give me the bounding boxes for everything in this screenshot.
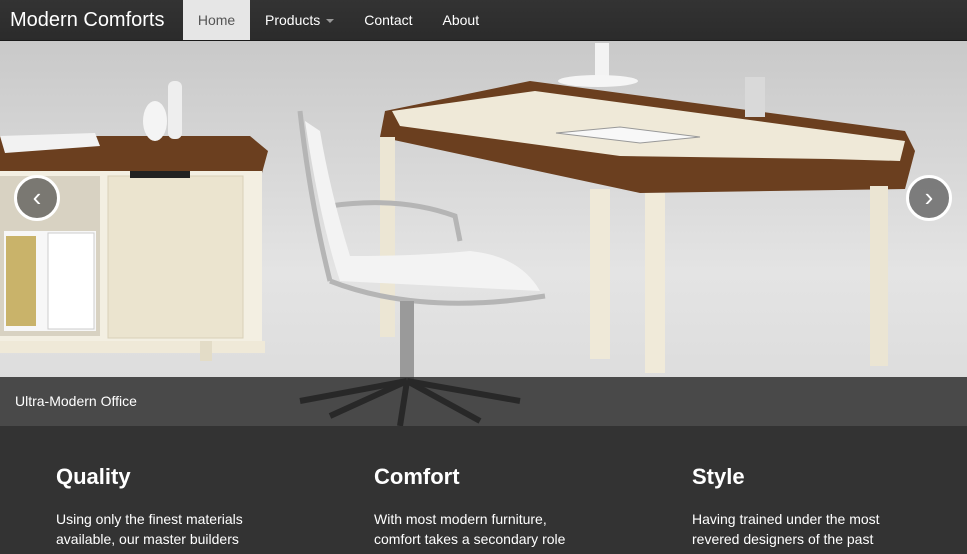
feature-style: Style Having trained under the most reve…	[692, 463, 892, 549]
carousel-slide-image	[0, 41, 967, 426]
chevron-right-icon: ›	[924, 182, 934, 212]
feature-text: Using only the finest materials availabl…	[56, 511, 243, 547]
carousel-prev-button[interactable]: ‹	[14, 175, 60, 221]
nav-about[interactable]: About	[428, 0, 495, 40]
nav-home[interactable]: Home	[183, 0, 250, 40]
nav-about-label: About	[442, 11, 480, 28]
carousel-caption: Ultra-Modern Office	[0, 377, 967, 426]
nav-products[interactable]: Products	[250, 0, 349, 40]
nav-home-label: Home	[197, 11, 236, 28]
feature-text: With most modern furniture, comfort take…	[374, 511, 566, 547]
feature-title: Quality	[56, 464, 131, 489]
feature-quality: Quality Using only the finest materials …	[56, 463, 256, 549]
nav-contact[interactable]: Contact	[349, 0, 427, 40]
nav-products-label: Products	[265, 11, 321, 28]
feature-title: Style	[692, 464, 745, 489]
brand-logo[interactable]: Modern Comforts	[0, 0, 183, 40]
nav-contact-label: Contact	[364, 11, 413, 28]
feature-comfort: Comfort With most modern furniture, comf…	[374, 463, 574, 549]
carousel-next-button[interactable]: ›	[906, 175, 952, 221]
feature-title: Comfort	[374, 464, 460, 489]
features-section: Quality Using only the finest materials …	[0, 426, 967, 554]
feature-text: Having trained under the most revered de…	[692, 511, 880, 547]
chevron-left-icon: ‹	[32, 182, 42, 212]
hero-carousel: ‹ › Ultra-Modern Office	[0, 41, 967, 426]
top-navbar: Modern Comforts Home Products Contact Ab…	[0, 0, 967, 41]
caret-down-icon	[326, 19, 335, 23]
